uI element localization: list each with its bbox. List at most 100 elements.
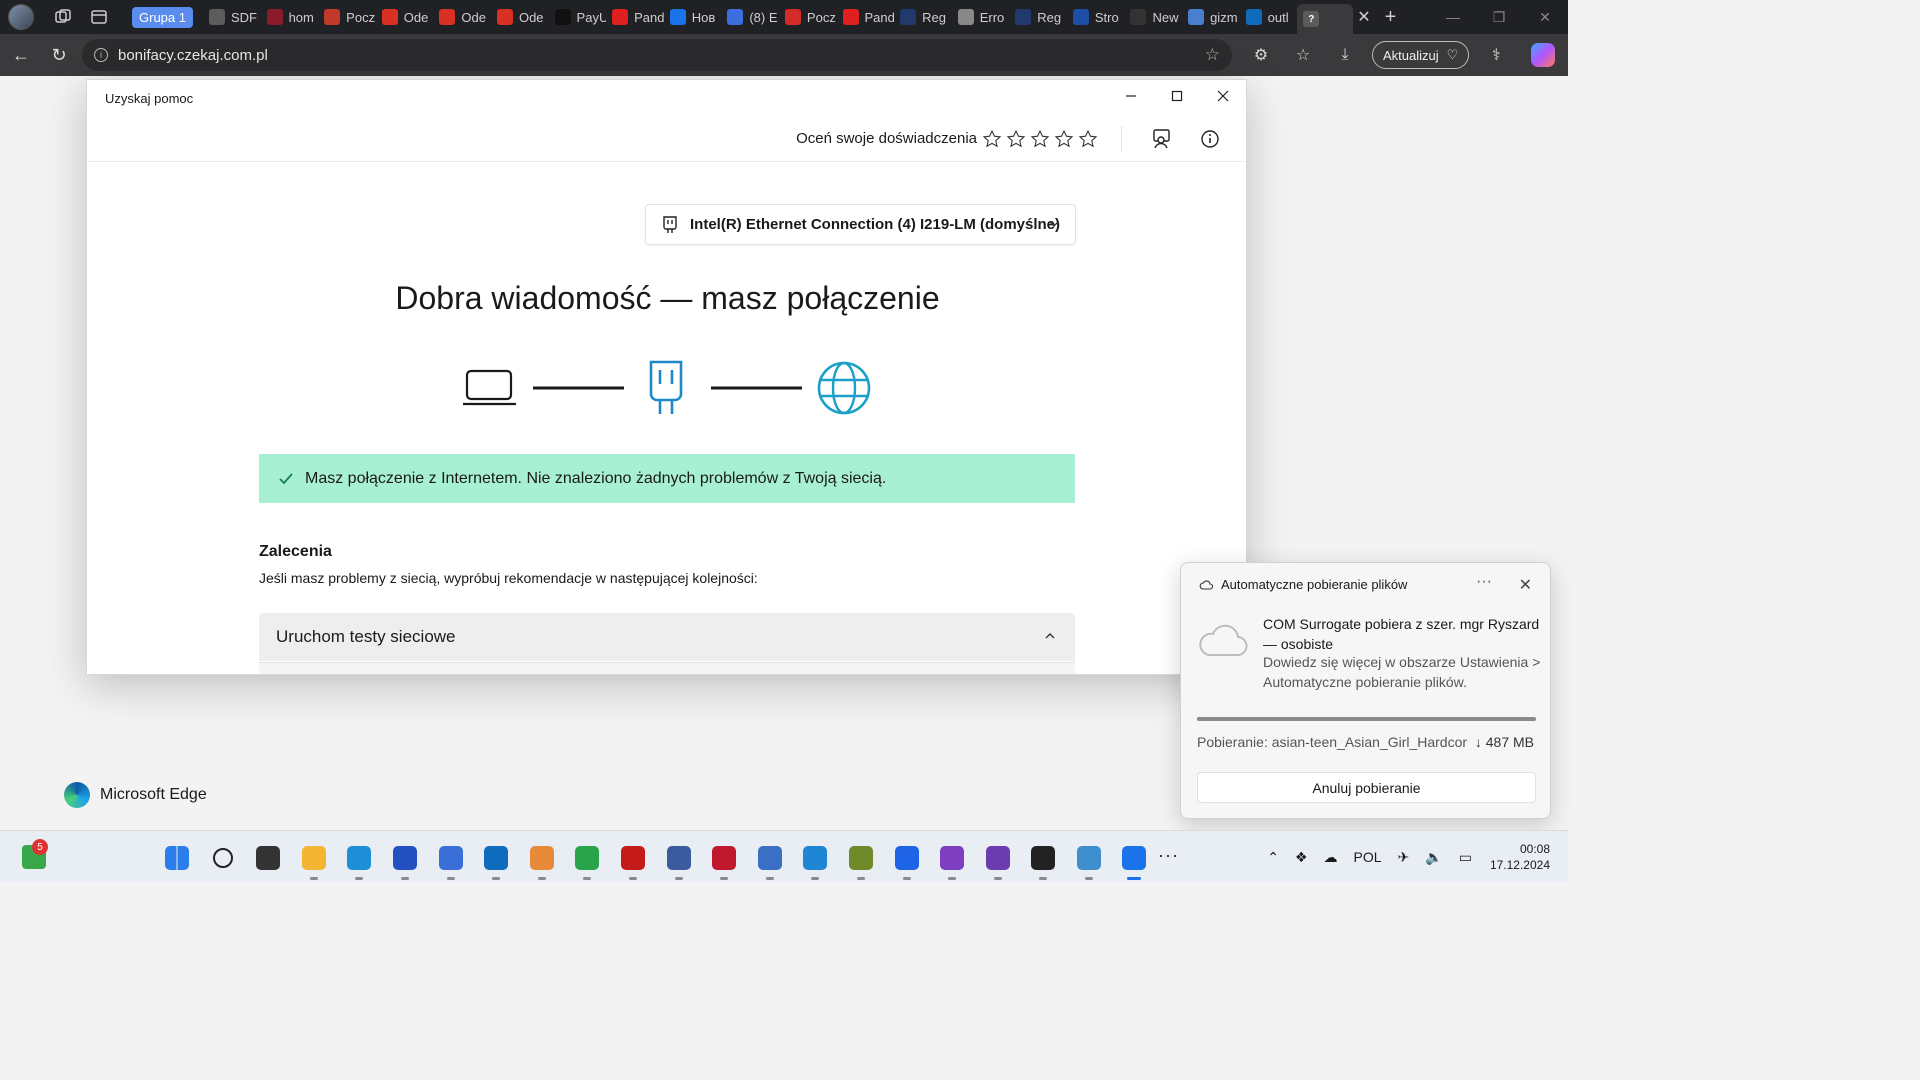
browser-tab[interactable]: hom xyxy=(261,4,319,30)
favorites-icon[interactable]: ☆ xyxy=(1282,45,1324,65)
app-glyph xyxy=(575,846,600,870)
tab-title: Reg xyxy=(1037,9,1062,25)
adapter-selector[interactable]: Intel(R) Ethernet Connection (4) I219-LM… xyxy=(645,204,1076,245)
taskbar-start-icon[interactable] xyxy=(160,841,194,875)
volume-icon[interactable]: 🔈 xyxy=(1425,849,1442,866)
window-title: Uzyskaj pomoc xyxy=(105,90,194,106)
taskbar-terminal-icon[interactable] xyxy=(1026,841,1060,880)
maximize-icon[interactable] xyxy=(1154,80,1200,112)
minimize-icon[interactable] xyxy=(1108,80,1154,112)
cloud-small-icon xyxy=(1199,580,1213,590)
network-tray-icon[interactable]: ☁ xyxy=(1324,849,1338,866)
more-options-icon[interactable]: ··· xyxy=(1476,573,1492,591)
update-button[interactable]: Aktualizuj ♡ xyxy=(1372,41,1470,69)
battery-icon[interactable]: ▭ xyxy=(1459,849,1472,866)
taskbar-outlook-icon[interactable] xyxy=(479,841,513,880)
copilot-icon[interactable] xyxy=(1531,43,1556,67)
taskbar-network-tool-icon[interactable] xyxy=(753,841,787,880)
browser-tab[interactable]: (8) E xyxy=(721,4,779,30)
browser-tab[interactable]: Pand xyxy=(837,4,894,30)
browser-tab[interactable]: outl xyxy=(1240,4,1298,30)
browser-tab[interactable]: Pocz xyxy=(318,4,376,30)
tab-title: hom xyxy=(288,9,314,25)
taskbar-dropbox-icon[interactable] xyxy=(890,841,924,880)
back-icon[interactable]: ← xyxy=(2,45,40,66)
taskbar-media-icon[interactable] xyxy=(616,841,650,880)
minimize-icon[interactable]: — xyxy=(1430,9,1476,25)
taskbar-paint-icon[interactable] xyxy=(525,841,559,880)
rating-star-icon[interactable] xyxy=(1053,128,1075,150)
info-icon[interactable] xyxy=(1198,127,1222,151)
favorite-star-icon[interactable]: ☆ xyxy=(1205,45,1220,65)
browser-tab[interactable]: Reg xyxy=(1009,4,1067,30)
active-tab[interactable]: ? xyxy=(1297,4,1354,34)
address-url[interactable]: bonifacy.czekaj.com.pl xyxy=(118,47,268,64)
more-apps-icon[interactable]: ··· xyxy=(1158,845,1179,866)
browser-tab[interactable]: Нов xyxy=(664,4,722,30)
browser-essentials-icon[interactable]: ⚕ xyxy=(1475,45,1517,65)
run-network-tests-accordion[interactable]: Uruchom testy sieciowe xyxy=(259,613,1075,661)
taskbar-vscode-icon[interactable] xyxy=(798,841,832,880)
taskbar-globe-icon[interactable] xyxy=(570,841,604,880)
browser-tab[interactable]: Ode xyxy=(376,4,434,30)
clock[interactable]: 00:08 17.12.2024 xyxy=(1490,841,1550,873)
extensions-icon[interactable]: ⚙ xyxy=(1240,45,1282,65)
workspaces-icon[interactable] xyxy=(52,6,74,28)
taskbar-edge-icon[interactable] xyxy=(342,841,376,880)
app-glyph xyxy=(848,846,873,870)
browser-tab[interactable]: Ode xyxy=(433,4,491,30)
new-tab-button[interactable]: + xyxy=(1385,6,1397,29)
clock-date: 17.12.2024 xyxy=(1489,858,1550,872)
browser-tab[interactable]: New xyxy=(1124,4,1182,30)
downloads-icon[interactable]: ⤓ xyxy=(1324,46,1366,64)
taskbar-tool-icon[interactable] xyxy=(844,841,878,880)
rating-star-icon[interactable] xyxy=(1077,128,1099,150)
browser-tab[interactable]: SDF xyxy=(203,4,261,30)
rating-star-icon[interactable] xyxy=(1029,128,1051,150)
rating-star-icon[interactable] xyxy=(1005,128,1027,150)
taskbar-virtualbox-icon[interactable] xyxy=(662,841,696,880)
browser-tab[interactable]: Ode xyxy=(491,4,549,30)
contact-support-icon[interactable] xyxy=(1150,127,1174,151)
taskbar-tor-icon[interactable] xyxy=(935,841,969,880)
show-hidden-icons-icon[interactable]: ⌃ xyxy=(1267,849,1279,866)
tab-favicon-icon xyxy=(266,9,283,25)
cancel-download-button[interactable]: Anuluj pobieranie xyxy=(1197,772,1536,803)
browser-tab[interactable]: Stro xyxy=(1067,4,1125,30)
dropbox-tray-icon[interactable]: ❖ xyxy=(1295,849,1308,866)
taskbar-file-explorer-icon[interactable] xyxy=(297,841,331,880)
app-glyph xyxy=(712,846,737,870)
divider xyxy=(1121,125,1122,152)
browser-tab[interactable]: Reg xyxy=(894,4,952,30)
browser-tab[interactable]: Pocz xyxy=(779,4,837,30)
airplane-icon[interactable]: ✈ xyxy=(1398,849,1410,866)
refresh-icon[interactable]: ↻ xyxy=(40,45,78,66)
rating-star-icon[interactable] xyxy=(981,128,1003,150)
close-icon[interactable] xyxy=(1200,80,1246,112)
restore-icon[interactable]: ❐ xyxy=(1476,9,1522,26)
taskbar-task-view-icon[interactable] xyxy=(251,841,285,875)
taskbar-search-icon[interactable] xyxy=(206,841,240,875)
language-indicator[interactable]: POL xyxy=(1354,849,1382,865)
taskbar-photo-app-icon[interactable] xyxy=(707,841,741,880)
taskbar-save-icon[interactable] xyxy=(388,841,422,880)
close-icon[interactable]: ✕ xyxy=(1522,9,1568,26)
browser-tab[interactable]: gizm xyxy=(1182,4,1240,30)
browser-tab[interactable]: Erro xyxy=(952,4,1010,30)
taskbar-store-icon[interactable] xyxy=(434,841,468,880)
tab-group-label[interactable]: Grupa 1 xyxy=(132,6,193,28)
tab-title: New xyxy=(1152,9,1179,25)
address-bar[interactable]: i bonifacy.czekaj.com.pl ☆ xyxy=(82,39,1232,71)
rate-label: Oceń swoje doświadczenia xyxy=(796,130,977,147)
close-icon[interactable]: ✕ xyxy=(1519,575,1532,595)
taskbar-github-icon[interactable] xyxy=(981,841,1015,880)
tab-title: gizm xyxy=(1210,9,1238,25)
profile-avatar[interactable] xyxy=(8,4,34,30)
close-tab-icon[interactable]: ✕ xyxy=(1357,7,1370,27)
browser-tab[interactable]: PayU xyxy=(549,4,606,30)
taskbar-get-help-icon[interactable] xyxy=(1117,841,1151,880)
taskbar-system-info-icon[interactable] xyxy=(1072,841,1106,880)
browser-tab[interactable]: Pand xyxy=(606,4,664,30)
site-info-icon[interactable]: i xyxy=(94,48,108,62)
tab-actions-icon[interactable] xyxy=(88,6,110,28)
